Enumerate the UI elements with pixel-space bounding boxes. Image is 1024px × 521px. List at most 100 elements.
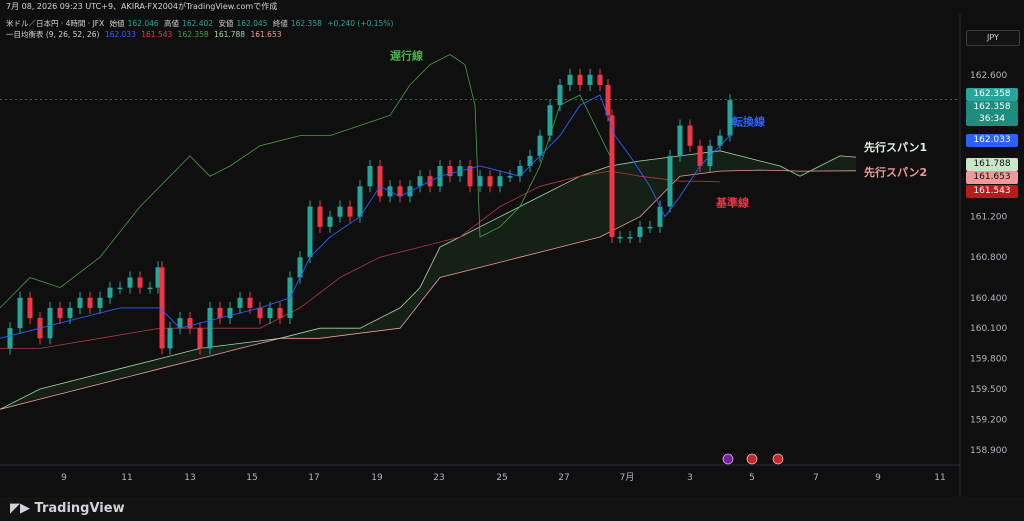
candle-body: [647, 226, 653, 229]
x-tick-label: 7: [813, 473, 819, 483]
candle-body: [187, 318, 193, 329]
candle-body: [477, 176, 483, 187]
legend-close: 162.358: [290, 19, 322, 28]
legend-indicator: 一目均衡表 (9, 26, 52, 26): [6, 30, 100, 39]
candle-body: [487, 176, 493, 187]
candle-body: [609, 115, 615, 237]
candle-body: [307, 206, 313, 258]
ichimoku-chart[interactable]: 163.000162.600162.200161.600161.200160.8…: [0, 14, 1024, 497]
candle-body: [87, 297, 93, 308]
candle-body: [247, 297, 253, 308]
tradingview-logo[interactable]: ◤▶ TradingView: [10, 501, 125, 516]
price-tag-countdown: 36:34: [966, 113, 1018, 126]
candle-body: [697, 145, 703, 167]
candle-body: [327, 216, 333, 227]
candle-body: [347, 206, 353, 217]
candle-body: [367, 166, 373, 187]
price-tag-kijun: 161.543: [966, 185, 1018, 198]
tenkan-annotation: 転換線: [732, 114, 765, 128]
candle-body: [207, 307, 213, 349]
candle-body: [47, 307, 53, 339]
x-tick-label: 11: [934, 473, 945, 483]
footer-bar: ◤▶ TradingView: [0, 497, 1024, 521]
legend-open-label: 始値: [109, 19, 125, 28]
legend-low-label: 安値: [218, 19, 234, 28]
candle-body: [617, 236, 623, 239]
candle-body: [567, 74, 573, 85]
candle-body: [317, 206, 323, 227]
candle-body: [67, 307, 73, 319]
y-tick-label: 160.400: [970, 294, 1007, 304]
tv-logo-icon: ◤▶: [10, 501, 35, 516]
y-tick-label: 160.800: [970, 253, 1007, 263]
legend-high-label: 高値: [164, 19, 180, 28]
candle-body: [687, 125, 693, 146]
event-flag-icon: [722, 453, 734, 465]
x-tick-label: 3: [687, 473, 693, 483]
chart-frame[interactable]: 163.000162.600162.200161.600161.200160.8…: [0, 14, 1024, 497]
candle-body: [237, 297, 243, 308]
y-tick-label: 159.500: [970, 385, 1007, 395]
candle-body: [197, 328, 203, 349]
legend-close-label: 終値: [272, 19, 288, 28]
candle-body: [417, 176, 423, 187]
candle-body: [547, 105, 553, 136]
candle-body: [227, 307, 233, 319]
candle-body: [7, 328, 13, 349]
timestamp-text: 7月 08, 2026 09:23 UTC+9、AKIRA-FX2004がTra…: [6, 2, 278, 11]
x-tick-label: 27: [558, 473, 569, 483]
legend-spanA: 161.788: [214, 30, 246, 39]
y-tick-label: 161.200: [970, 213, 1007, 223]
candle-body: [497, 176, 503, 187]
brand-text: TradingView: [34, 501, 125, 516]
candle-body: [147, 287, 153, 290]
legend-line-1: 米ドル／日本円 · 4時間 · JFX 始値 162.046 高値 162.402 …: [6, 18, 396, 29]
candle-body: [397, 186, 403, 197]
price-tag-tenkan: 162.033: [966, 134, 1018, 147]
candle-body: [17, 297, 23, 329]
candle-body: [537, 135, 543, 156]
candle-body: [357, 186, 363, 217]
x-tick-label: 11: [121, 473, 132, 483]
y-tick-label: 159.200: [970, 415, 1007, 425]
x-tick-label: 23: [433, 473, 444, 483]
price-tag-last: 162.358: [966, 88, 1018, 101]
candle-body: [667, 155, 673, 207]
candle-body: [267, 307, 273, 319]
y-tick-label: 159.800: [970, 355, 1007, 365]
top-timestamp-bar: 7月 08, 2026 09:23 UTC+9、AKIRA-FX2004がTra…: [0, 0, 1024, 14]
x-tick-label: 25: [496, 473, 507, 483]
candle-body: [587, 74, 593, 85]
legend-high: 162.402: [182, 19, 214, 28]
chikou-line: [0, 54, 611, 309]
legend-line-2: 一目均衡表 (9, 26, 52, 26) 162.033 161.543 16…: [6, 29, 284, 40]
candle-body: [377, 166, 383, 197]
legend-low: 162.045: [236, 19, 268, 28]
x-tick-label: 19: [371, 473, 383, 483]
candle-body: [137, 277, 143, 288]
event-flag-icon: [772, 453, 784, 465]
candle-body: [277, 307, 283, 319]
y-tick-label: 162.600: [970, 71, 1007, 81]
price-tag-spanB: 161.653: [966, 171, 1018, 184]
x-tick-label: 5: [749, 473, 755, 483]
candle-body: [127, 277, 133, 288]
candle-body: [557, 84, 563, 106]
event-flag-icon: [746, 453, 758, 465]
candle-body: [107, 287, 113, 298]
candle-body: [27, 297, 33, 319]
legend-symbol: 米ドル／日本円 · 4時間 · JFX: [6, 19, 105, 28]
span-a-annotation: 先行スパン1: [864, 140, 927, 154]
candle-body: [637, 226, 643, 237]
candle-body: [597, 74, 603, 85]
candle-body: [167, 328, 173, 349]
currency-button[interactable]: JPY: [966, 30, 1020, 46]
candle-body: [77, 297, 83, 308]
candle-body: [447, 166, 453, 177]
x-tick-label: 13: [184, 473, 195, 483]
candle-body: [627, 236, 633, 239]
x-tick-label: 7月: [620, 472, 635, 483]
candle-body: [577, 74, 583, 85]
candle-body: [117, 287, 123, 290]
chikou-annotation: 遅行線: [390, 49, 423, 63]
